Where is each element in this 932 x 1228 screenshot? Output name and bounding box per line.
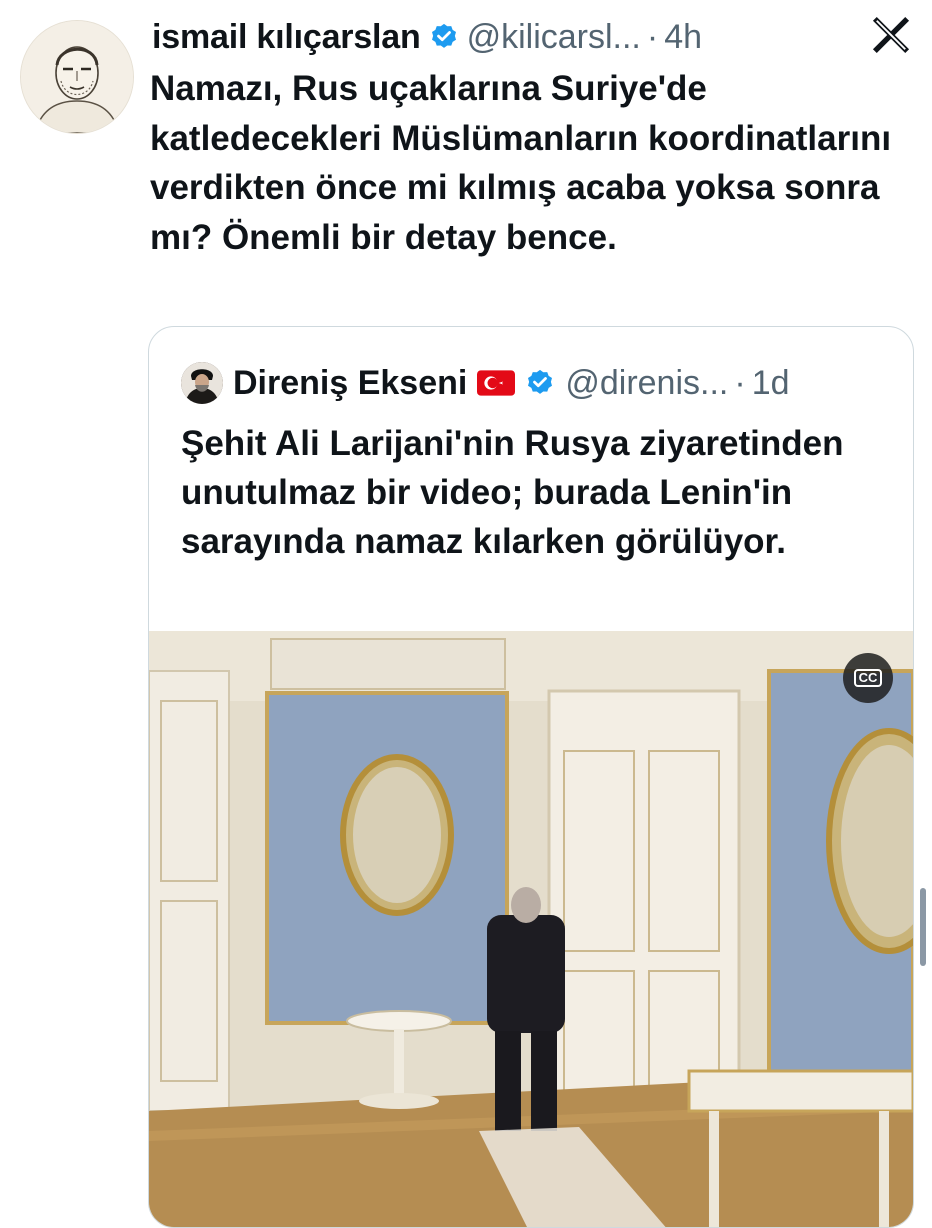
quoted-tweet-header: Direniş Ekseni @direnis... · 1d xyxy=(181,361,790,405)
scrollbar[interactable] xyxy=(920,888,926,966)
quoted-tweet-text: Şehit Ali Larijani'nin Rusya ziyaretinde… xyxy=(181,424,844,561)
tweet-text: Namazı, Rus uçaklarına Suriye'de katlede… xyxy=(150,69,892,257)
closed-captions-icon[interactable]: CC xyxy=(843,653,893,703)
separator-dot: · xyxy=(646,17,659,56)
author-name[interactable]: ismail kılıçarslan xyxy=(152,18,421,57)
timestamp[interactable]: 4h xyxy=(664,18,702,57)
quoted-author-avatar[interactable] xyxy=(181,362,223,404)
author-avatar[interactable] xyxy=(20,20,134,134)
closed-captions-label: CC xyxy=(853,669,883,687)
quoted-author-name[interactable]: Direniş Ekseni xyxy=(233,364,467,403)
tweet-header: ismail kılıçarslan @kilicarsl... · 4h xyxy=(152,14,702,60)
verified-badge-icon xyxy=(528,369,553,394)
author-handle[interactable]: @kilicarsl... xyxy=(467,18,641,57)
video-player[interactable]: CC xyxy=(149,631,913,1227)
quoted-tweet[interactable]: Direniş Ekseni @direnis... · 1d Şehit Al… xyxy=(148,326,914,1228)
separator-dot: · xyxy=(734,363,746,402)
quoted-author-handle[interactable]: @direnis... xyxy=(565,364,728,403)
video-frame xyxy=(149,631,913,1227)
x-logo-icon xyxy=(872,16,910,54)
turkey-flag-icon xyxy=(477,370,516,396)
quoted-timestamp[interactable]: 1d xyxy=(752,364,790,403)
tweet[interactable]: ismail kılıçarslan @kilicarsl... · 4h Na… xyxy=(0,0,932,1228)
verified-badge-icon xyxy=(431,23,456,48)
